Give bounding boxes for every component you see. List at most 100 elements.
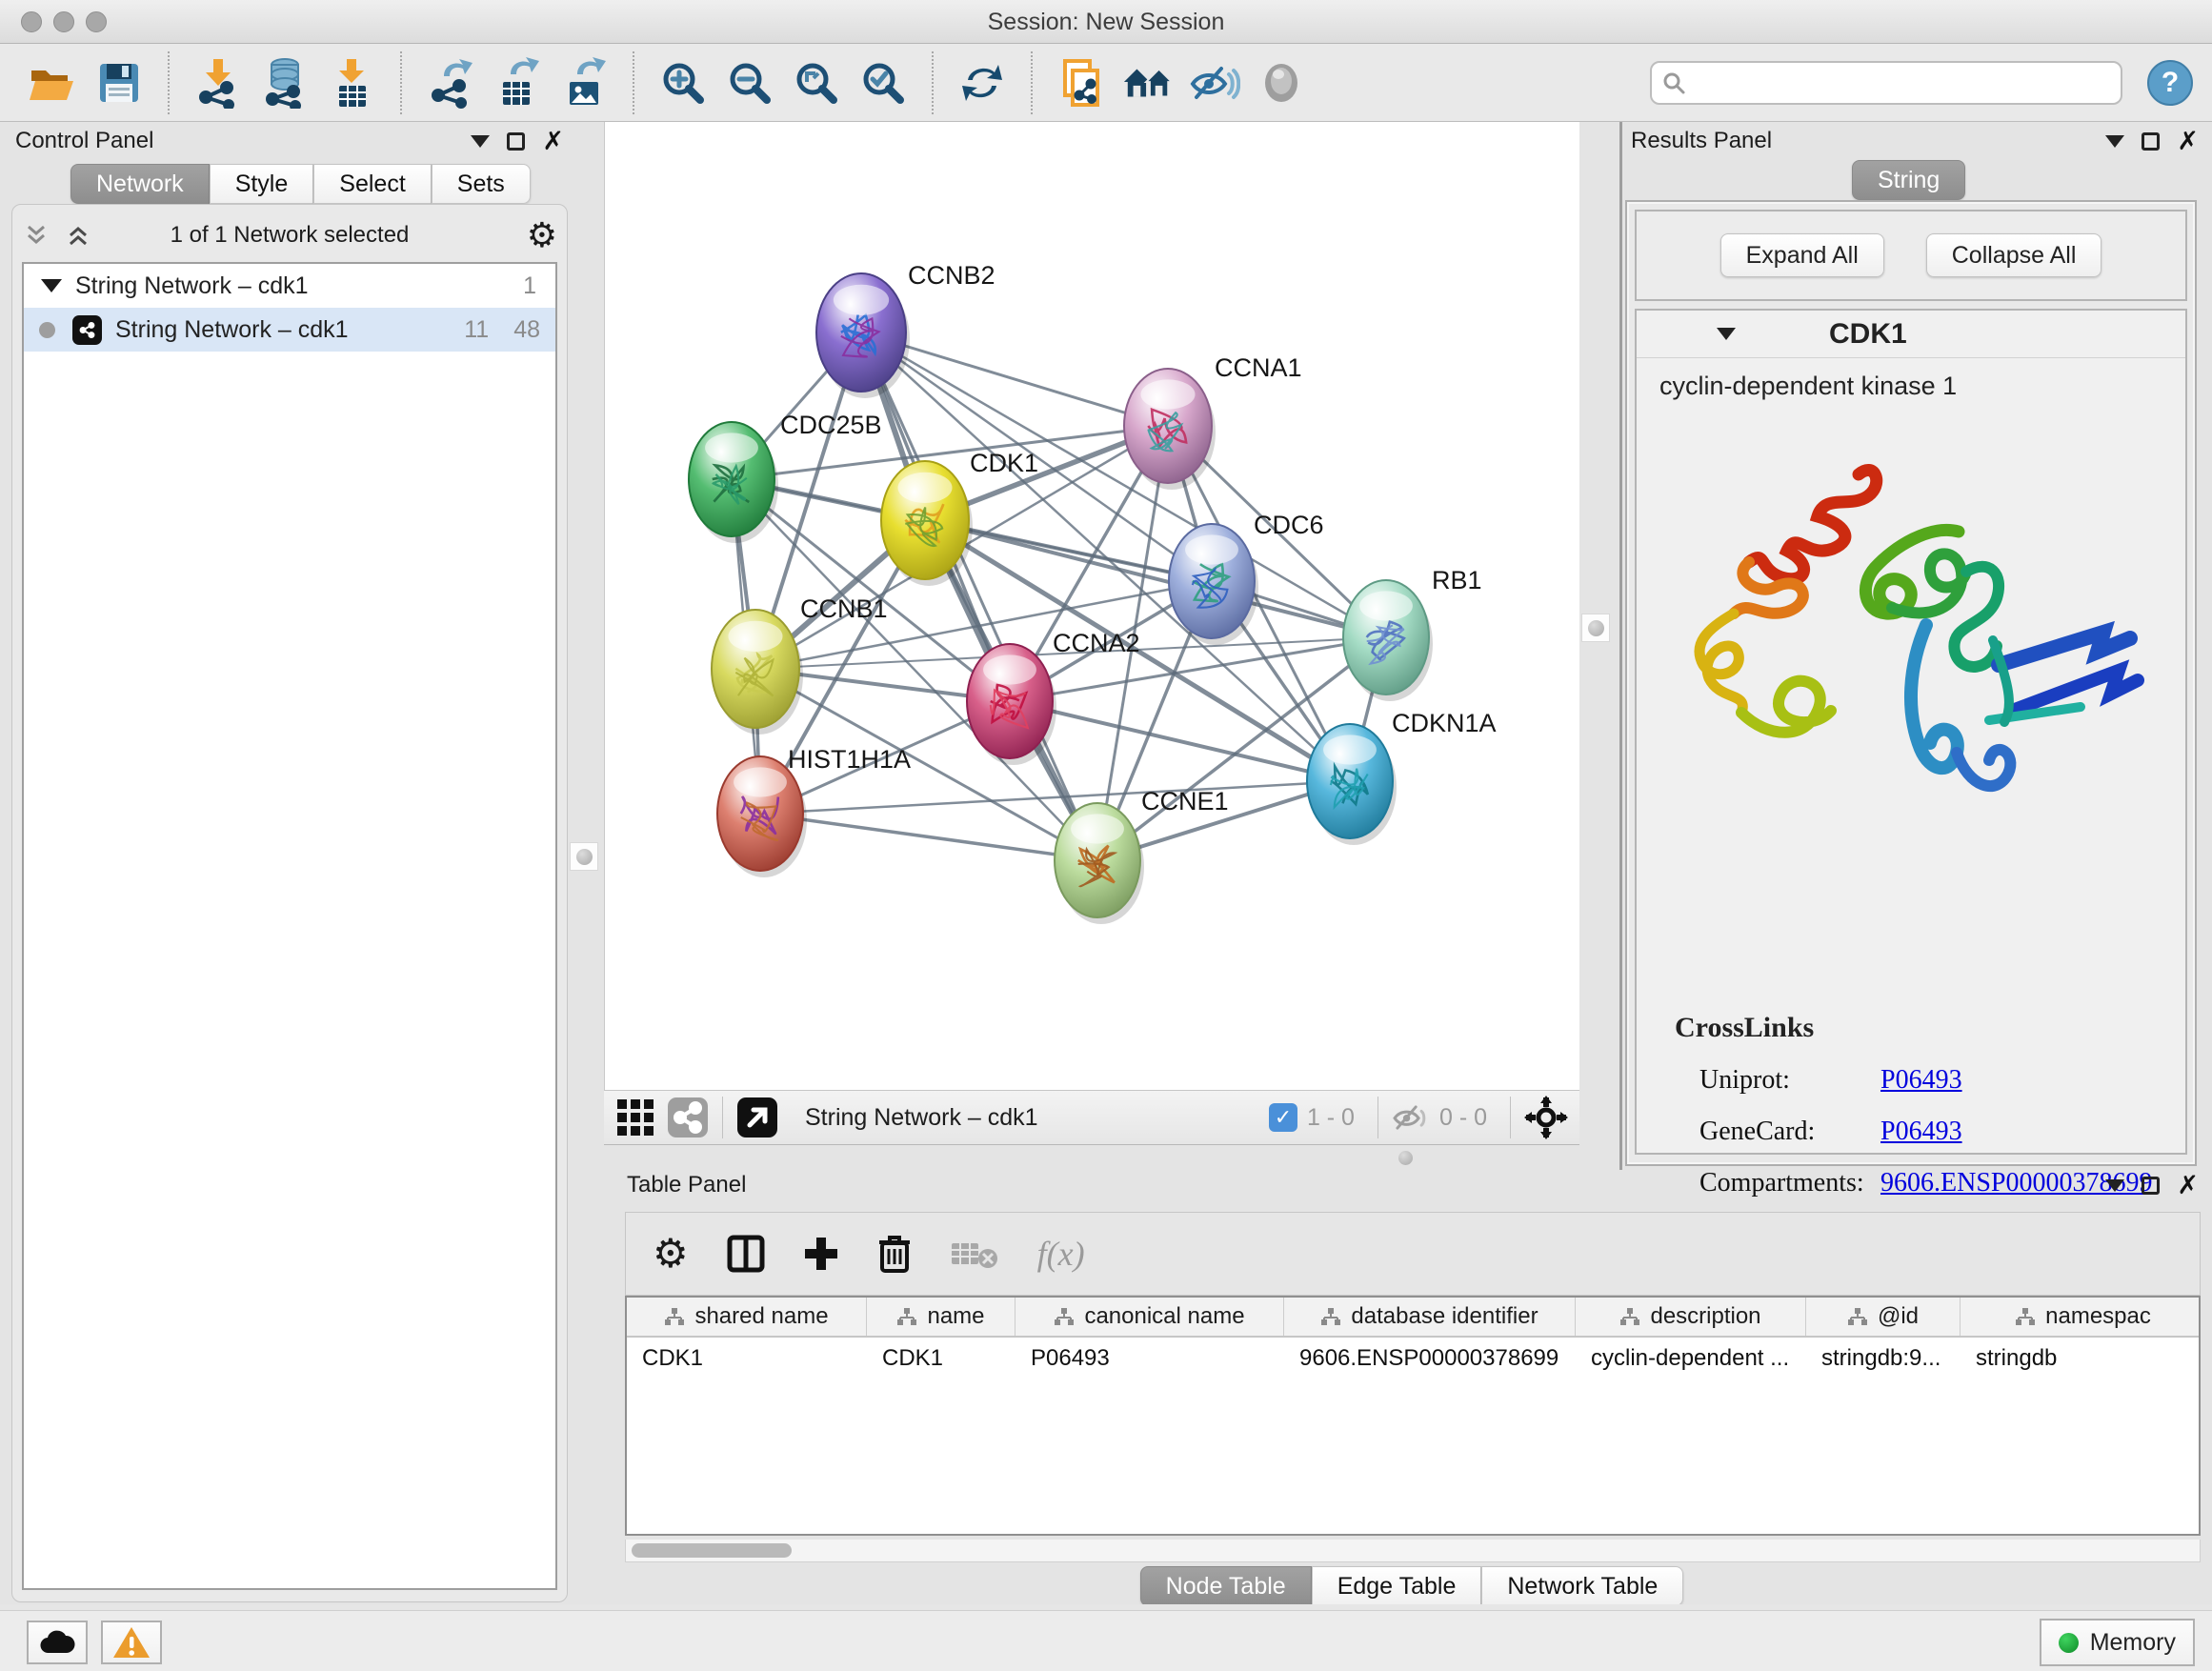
- tab-select[interactable]: Select: [313, 164, 431, 204]
- network-node-CCNA1[interactable]: [1124, 369, 1216, 490]
- network-row-selected[interactable]: String Network – cdk1 11 48: [24, 308, 555, 352]
- table-cell[interactable]: CDK1: [627, 1338, 867, 1379]
- import-network-database-button[interactable]: [259, 57, 311, 109]
- export-image-button[interactable]: [558, 57, 610, 109]
- memory-button[interactable]: Memory: [2040, 1619, 2195, 1666]
- panel-close-icon[interactable]: ✗: [2177, 1173, 2199, 1198]
- panel-float-icon[interactable]: [2142, 132, 2160, 151]
- left-splitter-handle[interactable]: [570, 842, 598, 871]
- birdseye-grid-icon[interactable]: [615, 1097, 655, 1137]
- export-table-button[interactable]: [492, 57, 543, 109]
- panel-menu-icon[interactable]: [2105, 1179, 2124, 1192]
- search-field[interactable]: [1650, 61, 2122, 105]
- crosslink-link[interactable]: P06493: [1880, 1117, 1962, 1147]
- network-node-CCNE1[interactable]: [1055, 803, 1144, 924]
- search-input[interactable]: [1694, 65, 2111, 101]
- open-session-button[interactable]: [27, 57, 78, 109]
- collapse-all-button[interactable]: Collapse All: [1926, 233, 2102, 277]
- table-cell[interactable]: stringdb:9...: [1806, 1338, 1961, 1379]
- network-node-CDK1[interactable]: [881, 461, 973, 586]
- hide-selected-button[interactable]: [1189, 57, 1240, 109]
- table-cell[interactable]: cyclin-dependent ...: [1576, 1338, 1806, 1379]
- pan-crosshair-icon[interactable]: [1524, 1096, 1568, 1139]
- column-header-namespac[interactable]: namespac: [1961, 1298, 2201, 1336]
- tab-sets[interactable]: Sets: [432, 164, 531, 204]
- table-row[interactable]: CDK1CDK1P064939606.ENSP00000378699cyclin…: [627, 1338, 2199, 1379]
- tab-network-table[interactable]: Network Table: [1481, 1566, 1683, 1606]
- zoom-selected-button[interactable]: [857, 57, 909, 109]
- tab-network[interactable]: Network: [70, 164, 210, 204]
- panel-float-icon[interactable]: [2142, 1177, 2160, 1195]
- houses-icon: [1122, 61, 1174, 105]
- network-edge[interactable]: [760, 814, 1097, 860]
- zoom-out-button[interactable]: [724, 57, 775, 109]
- bottom-splitter-handle[interactable]: [1393, 1147, 1418, 1168]
- toolbar-separator: [1031, 51, 1033, 114]
- column-header-shared-name[interactable]: shared name: [627, 1298, 867, 1336]
- zoom-in-button[interactable]: [657, 57, 709, 109]
- tree-expand-icon[interactable]: [41, 279, 62, 292]
- delete-column-icon[interactable]: [877, 1234, 912, 1274]
- update-network-button[interactable]: [956, 57, 1008, 109]
- network-node-CDKN1A[interactable]: [1307, 724, 1397, 845]
- table-hscrollbar[interactable]: [625, 1540, 2201, 1562]
- table-cell[interactable]: 9606.ENSP00000378699: [1284, 1338, 1576, 1379]
- selected-checkbox-icon[interactable]: ✓: [1269, 1103, 1297, 1132]
- table-cell[interactable]: stringdb: [1961, 1338, 2201, 1379]
- panel-close-icon[interactable]: ✗: [2177, 129, 2199, 154]
- tab-string[interactable]: String: [1852, 160, 1965, 200]
- panel-close-icon[interactable]: ✗: [542, 129, 564, 154]
- gray-eye-icon: [1258, 60, 1304, 106]
- network-node-RB1[interactable]: [1343, 580, 1433, 701]
- import-table-button[interactable]: [326, 57, 377, 109]
- column-header-description[interactable]: description: [1576, 1298, 1806, 1336]
- column-header-canonical-name[interactable]: canonical name: [1016, 1298, 1284, 1336]
- import-database-icon: [259, 57, 311, 109]
- table-cell[interactable]: P06493: [1016, 1338, 1284, 1379]
- tab-node-table[interactable]: Node Table: [1140, 1566, 1312, 1606]
- show-graphics-details-button[interactable]: [1256, 57, 1307, 109]
- network-share-icon[interactable]: [667, 1097, 709, 1138]
- warnings-button[interactable]: [101, 1621, 162, 1664]
- tab-style[interactable]: Style: [210, 164, 314, 204]
- export-view-icon[interactable]: [736, 1097, 778, 1138]
- hidden-eye-icon[interactable]: [1392, 1101, 1430, 1134]
- table-options-gear-icon[interactable]: ⚙: [653, 1234, 689, 1274]
- expand-all-icon[interactable]: [64, 221, 92, 250]
- network-node-HIST1H1A[interactable]: [717, 756, 807, 877]
- cloud-status-button[interactable]: [27, 1621, 88, 1664]
- right-splitter-handle[interactable]: [1581, 614, 1610, 642]
- column-header-name[interactable]: name: [867, 1298, 1016, 1336]
- column-header-database-identifier[interactable]: database identifier: [1284, 1298, 1576, 1336]
- scrollbar-thumb[interactable]: [632, 1543, 792, 1558]
- show-columns-icon[interactable]: [727, 1235, 765, 1273]
- network-node-CCNB2[interactable]: [816, 273, 910, 398]
- export-network-button[interactable]: [425, 57, 476, 109]
- panel-menu-icon[interactable]: [471, 135, 490, 148]
- tab-edge-table[interactable]: Edge Table: [1312, 1566, 1482, 1606]
- help-button[interactable]: ?: [2147, 60, 2193, 106]
- entry-collapse-icon[interactable]: [1717, 328, 1736, 340]
- network-collection-row[interactable]: String Network – cdk1 1: [24, 264, 555, 308]
- save-session-button[interactable]: [93, 57, 145, 109]
- import-network-file-button[interactable]: [192, 57, 244, 109]
- first-neighbors-button[interactable]: [1122, 57, 1174, 109]
- crosslink-link[interactable]: P06493: [1880, 1065, 1962, 1096]
- network-canvas[interactable]: CCNB2CCNA1CDC25BCDK1CDC6RB1CCNB1CCNA2HIS…: [604, 122, 1579, 1090]
- network-options-gear-icon[interactable]: ⚙: [527, 218, 557, 252]
- table-cell[interactable]: CDK1: [867, 1338, 1016, 1379]
- network-node-CCNA2[interactable]: [967, 644, 1056, 765]
- network-node-CCNB1[interactable]: [712, 610, 803, 735]
- zoom-selected-icon: [859, 59, 907, 107]
- node-table[interactable]: shared namenamecanonical namedatabase id…: [625, 1296, 2201, 1536]
- zoom-fit-button[interactable]: [791, 57, 842, 109]
- panel-float-icon[interactable]: [507, 132, 525, 151]
- column-header--id[interactable]: @id: [1806, 1298, 1961, 1336]
- collapse-all-icon[interactable]: [22, 221, 50, 250]
- add-column-icon[interactable]: [803, 1236, 839, 1272]
- network-edge[interactable]: [1010, 701, 1350, 781]
- panel-menu-icon[interactable]: [2105, 135, 2124, 148]
- clone-network-button[interactable]: [1056, 57, 1107, 109]
- expand-all-button[interactable]: Expand All: [1720, 233, 1884, 277]
- network-edge[interactable]: [861, 332, 1097, 860]
